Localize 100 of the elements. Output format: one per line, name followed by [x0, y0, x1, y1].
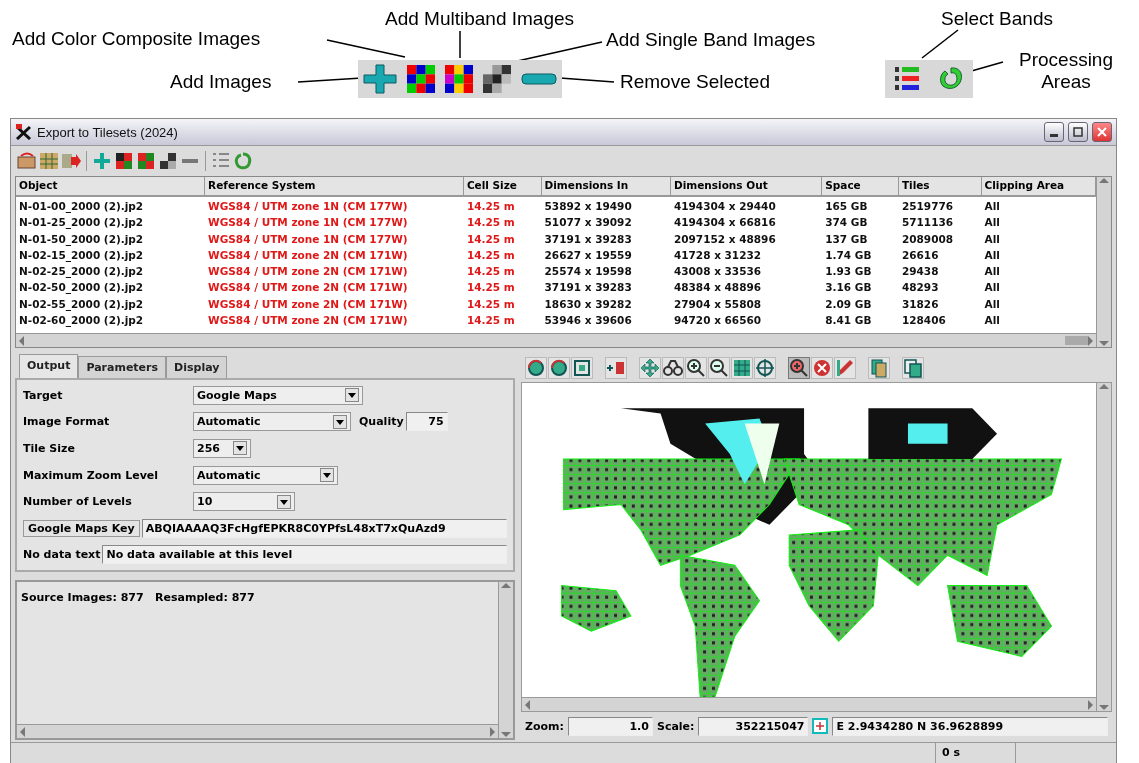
binoculars-icon[interactable]: [662, 357, 684, 379]
table-cell-text: WGS84 / UTM zone 1N (CM 177W): [207, 231, 409, 247]
log-text: Source Images: 877 Resampled: 877: [21, 591, 255, 605]
refresh-icon[interactable]: [548, 357, 570, 379]
vertical-scrollbar[interactable]: [1096, 383, 1111, 711]
table-cell-text: 26627 x 19559: [543, 247, 633, 263]
dropdown[interactable]: Google Maps: [193, 385, 363, 405]
plus-icon[interactable]: [363, 64, 397, 94]
table-cell-text: 2519776: [900, 199, 955, 214]
close-button[interactable]: [1092, 122, 1112, 142]
loop-icon[interactable]: [233, 151, 253, 171]
table-cell-text: WGS84 / UTM zone 2N (CM 171W): [207, 296, 409, 312]
callout-label: Add Single Band Images: [606, 29, 816, 51]
table-cell-text: 94720 x 66560: [672, 313, 763, 329]
input-field[interactable]: ABQIAAAAQ3FcHgfEPKR8C0YPfsL48xT7xQuAzd9: [141, 518, 507, 538]
column-header[interactable]: Space: [822, 177, 899, 195]
vertical-scrollbar[interactable]: [1096, 177, 1111, 347]
horizontal-scrollbar[interactable]: [522, 697, 1096, 711]
table-cell-text: N-01-25_2000 (2).jp2: [18, 215, 145, 231]
tab[interactable]: Display: [166, 356, 228, 378]
table-cell-text: 18630 x 39282: [543, 296, 633, 312]
vertical-scrollbar[interactable]: [498, 582, 513, 738]
dropdown[interactable]: Automatic: [193, 465, 338, 485]
map-grid-icon[interactable]: [39, 151, 59, 171]
table-cell-text: N-01-00_2000 (2).jp2: [18, 199, 145, 215]
dropdown[interactable]: Automatic: [193, 412, 351, 432]
scale-label: Scale:: [656, 719, 695, 733]
input-field[interactable]: 75: [405, 412, 448, 432]
copy-icon[interactable]: [902, 357, 924, 379]
color-mosaic-icon[interactable]: [114, 151, 134, 171]
column-header[interactable]: Cell Size: [463, 177, 542, 195]
caret-icon: [345, 388, 359, 403]
dropdown[interactable]: 10: [193, 492, 295, 512]
multiband-mosaic-icon[interactable]: [136, 151, 156, 171]
table-cell-text: N-02-60_2000 (2).jp2: [18, 313, 145, 329]
table-cell-text: All: [983, 199, 1001, 214]
horizontal-scrollbar[interactable]: [17, 724, 498, 738]
leader-line: [459, 30, 461, 59]
checker-icon[interactable]: [158, 151, 178, 171]
callout-label: Select Bands: [941, 8, 1053, 30]
export-arrow-icon[interactable]: [61, 151, 81, 171]
table-cell-text: 37191 x 39283: [543, 280, 633, 296]
refresh-icon[interactable]: [525, 357, 547, 379]
table-cell-text: 1.93 GB: [824, 264, 873, 280]
table-cell-text: 2089008: [900, 231, 955, 247]
table-cell-text: N-01-50_2000 (2).jp2: [18, 231, 145, 248]
square-icon[interactable]: [571, 357, 593, 379]
column-header[interactable]: Reference System: [205, 177, 464, 195]
minimize-icon: [1050, 133, 1058, 137]
table-cell-text: 14.25 m: [465, 264, 516, 280]
leader-line: [559, 77, 615, 83]
table-cell-text: All: [983, 296, 1001, 312]
tab[interactable]: Parameters: [78, 356, 167, 378]
table-cell-text: 53892 x 19490: [543, 199, 633, 214]
maximize-icon: [1073, 127, 1083, 137]
color-mosaic-icon[interactable]: [407, 65, 435, 93]
field-label: Maximum Zoom Level: [23, 468, 160, 482]
tab[interactable]: Output: [19, 354, 79, 378]
maximize-button[interactable]: [1068, 122, 1088, 142]
zoom-in-icon[interactable]: [685, 357, 707, 379]
pencil-icon[interactable]: [834, 357, 856, 379]
dropdown[interactable]: 256: [193, 439, 251, 458]
grid-icon[interactable]: [731, 357, 753, 379]
key-button[interactable]: Google Maps Key: [23, 519, 140, 537]
multiband-mosaic-icon[interactable]: [445, 65, 473, 93]
table-cell-text: 14.25 m: [465, 215, 516, 231]
field-label: Target: [23, 388, 64, 402]
column-header[interactable]: Dimensions In: [541, 177, 671, 195]
checker-icon[interactable]: [483, 65, 511, 93]
zoom-in-icon[interactable]: [788, 357, 810, 379]
input-field[interactable]: No data available at this level: [102, 545, 507, 565]
column-header[interactable]: Dimensions Out: [670, 177, 823, 195]
column-header[interactable]: Tiles: [898, 177, 982, 195]
table-cell-text: All: [983, 264, 1001, 280]
callout-label: Add Images: [170, 71, 272, 93]
table-cell-text: 128406: [900, 313, 947, 329]
caret-icon: [233, 441, 247, 456]
scale-field[interactable]: 352215047: [698, 716, 809, 736]
column-header[interactable]: Object: [16, 177, 206, 195]
minus-icon[interactable]: [521, 73, 557, 85]
table-cell-text: 53946 x 39606: [543, 313, 633, 329]
crosshair-icon[interactable]: [812, 718, 829, 734]
field-label: No data text: [23, 548, 101, 562]
folder-icon[interactable]: [17, 151, 37, 171]
table-cell-text: All: [983, 313, 1001, 329]
column-header[interactable]: Clipping Area: [981, 177, 1096, 195]
zoom-out-icon[interactable]: [708, 357, 730, 379]
horizontal-scrollbar[interactable]: [16, 333, 1096, 347]
caret-icon: [277, 494, 291, 509]
table-cell-text: 25574 x 19598: [543, 264, 633, 280]
table-cell-text: WGS84 / UTM zone 2N (CM 171W): [207, 313, 409, 329]
field-label: Tile Size: [23, 442, 76, 455]
table-cell-text: 374 GB: [824, 215, 869, 231]
layers-icon[interactable]: [868, 357, 890, 379]
zoom-field[interactable]: 1.0: [567, 716, 653, 736]
stop-icon[interactable]: [811, 357, 833, 379]
table-cell-text: 8.41 GB: [824, 313, 873, 329]
leader-line: [921, 29, 959, 59]
minimize-button[interactable]: [1044, 122, 1064, 142]
crosshair-icon[interactable]: [754, 357, 776, 379]
